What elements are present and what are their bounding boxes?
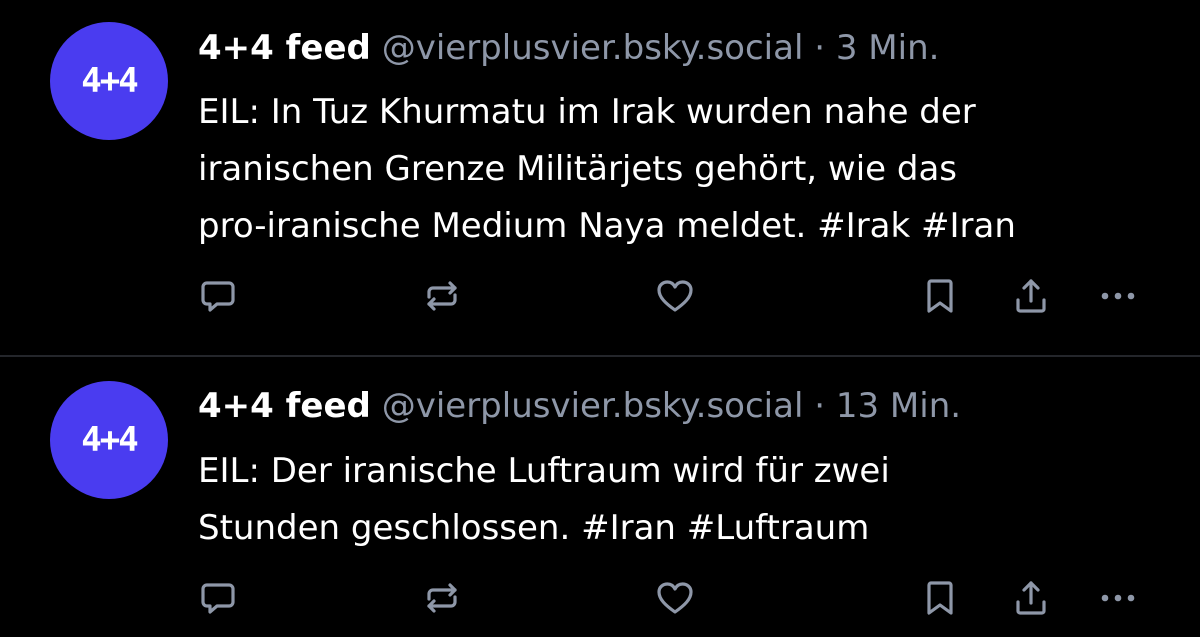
repost-icon[interactable] (422, 276, 462, 316)
post-text-line: EIL: Der iranische Luftraum wird für zwe… (198, 451, 890, 491)
avatar-label: 4+4 (81, 61, 138, 101)
avatar[interactable]: 4+4 (50, 22, 168, 140)
bookmark-icon[interactable] (920, 276, 960, 316)
avatar-label: 4+4 (81, 420, 138, 460)
author-handle[interactable]: @vierplusvier.bsky.social (382, 386, 804, 426)
post-text: EIL: In Tuz Khurmatu im Irak wurden nahe… (198, 84, 1188, 255)
like-icon[interactable] (655, 578, 695, 618)
post-text-line: pro-iranische Medium Naya meldet. #Irak … (198, 206, 1016, 246)
more-icon[interactable] (1098, 578, 1138, 618)
avatar[interactable]: 4+4 (50, 381, 168, 499)
author-name[interactable]: 4+4 feed (198, 28, 371, 68)
feed-post[interactable]: 4+4 4+4 feed @vierplusvier.bsky.social ·… (0, 357, 1200, 637)
post-time[interactable]: 3 Min. (836, 28, 940, 68)
repost-icon[interactable] (422, 578, 462, 618)
post-text-line: Stunden geschlossen. #Iran #Luftraum (198, 508, 870, 548)
post-time[interactable]: 13 Min. (836, 386, 961, 426)
post-header: 4+4 feed @vierplusvier.bsky.social · 3 M… (198, 26, 939, 70)
post-text: EIL: Der iranische Luftraum wird für zwe… (198, 443, 1188, 557)
author-name[interactable]: 4+4 feed (198, 386, 371, 426)
post-header: 4+4 feed @vierplusvier.bsky.social · 13 … (198, 384, 961, 428)
reply-icon[interactable] (198, 578, 238, 618)
post-text-line: EIL: In Tuz Khurmatu im Irak wurden nahe… (198, 92, 976, 132)
share-icon[interactable] (1011, 276, 1051, 316)
separator: · (814, 386, 826, 426)
share-icon[interactable] (1011, 578, 1051, 618)
feed-post[interactable]: 4+4 4+4 feed @vierplusvier.bsky.social ·… (0, 0, 1200, 356)
reply-icon[interactable] (198, 276, 238, 316)
separator: · (814, 28, 826, 68)
post-text-line: iranischen Grenze Militärjets gehört, wi… (198, 149, 958, 189)
more-icon[interactable] (1098, 276, 1138, 316)
bookmark-icon[interactable] (920, 578, 960, 618)
author-handle[interactable]: @vierplusvier.bsky.social (382, 28, 804, 68)
like-icon[interactable] (655, 276, 695, 316)
